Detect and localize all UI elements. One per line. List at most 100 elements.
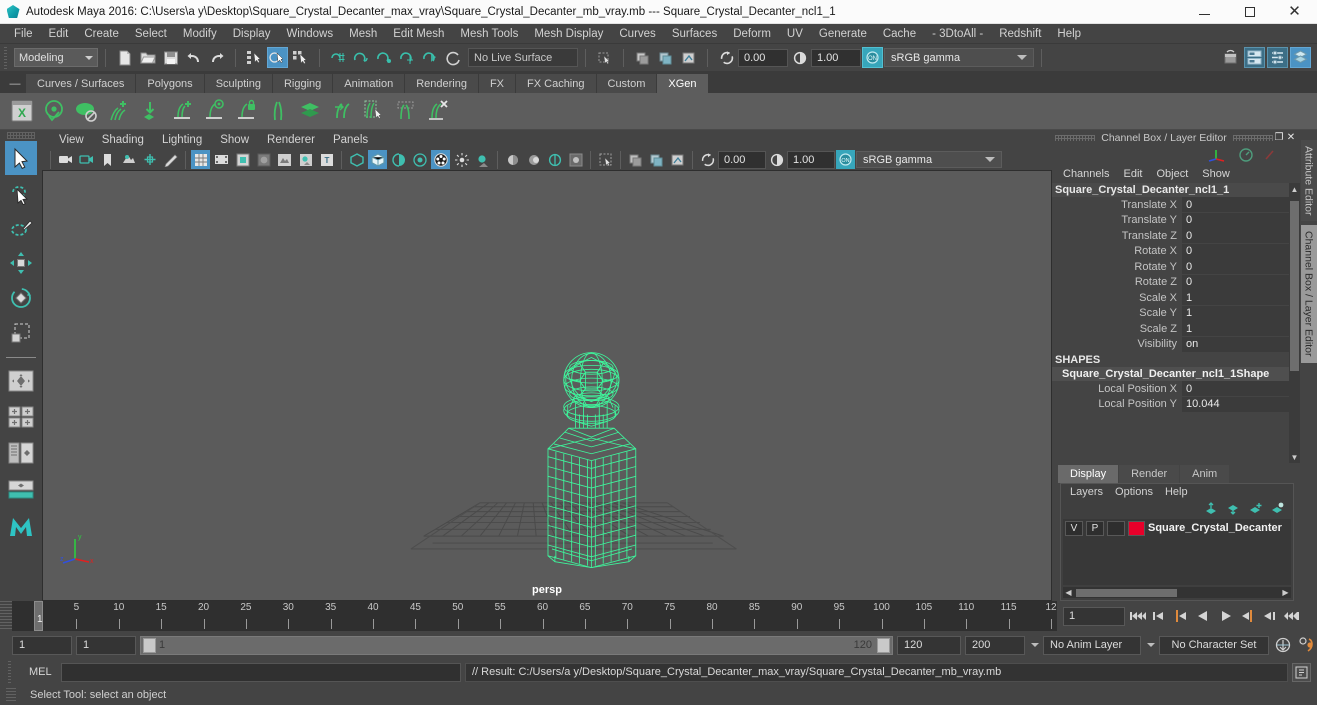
options-menu[interactable]: Options (1109, 486, 1159, 498)
menu-windows[interactable]: Windows (278, 24, 341, 44)
xgen-layers-icon[interactable] (296, 96, 324, 126)
animation-end-field[interactable]: 200 (965, 635, 1025, 655)
attr-row-rotate-y[interactable]: Rotate Y 0 (1052, 259, 1300, 275)
panel-drag-dots-right[interactable] (1233, 134, 1273, 141)
grid-toggle-icon[interactable] (191, 150, 210, 169)
screen-space-ao-icon[interactable]: T (317, 150, 336, 169)
go-to-end-button[interactable] (1281, 605, 1301, 627)
tab-channel-box-layer-editor[interactable]: Channel Box / Layer Editor (1300, 225, 1317, 363)
two-d-pan-zoom-icon[interactable] (140, 150, 159, 169)
shelf-tab-rigging[interactable]: Rigging (272, 74, 334, 93)
layer-list-horizontal-scrollbar[interactable]: ◀ ▶ (1063, 587, 1291, 598)
viewport-menu-panels[interactable]: Panels (324, 134, 377, 146)
go-to-start-button[interactable] (1127, 605, 1147, 627)
xgen-region-icon[interactable] (392, 96, 420, 126)
panel-restore-button[interactable]: ❐ (1273, 132, 1285, 144)
menu-cache[interactable]: Cache (875, 24, 924, 44)
viewport-menu-lighting[interactable]: Lighting (153, 134, 211, 146)
layer-playback-toggle[interactable]: P (1086, 520, 1104, 536)
anim-layer-selector[interactable]: No Anim Layer (1043, 635, 1141, 655)
viewport-menu-shading[interactable]: Shading (93, 134, 153, 146)
attr-value[interactable]: 10.044 (1182, 396, 1300, 412)
attr-row-translate-y[interactable]: Translate Y 0 (1052, 212, 1300, 229)
exposure-icon[interactable] (789, 47, 810, 68)
attr-value[interactable]: on (1182, 336, 1300, 352)
attr-row-scale-y[interactable]: Scale Y 1 (1052, 305, 1300, 322)
use-all-lights-icon[interactable] (275, 150, 294, 169)
layout-outliner-persp[interactable] (5, 436, 37, 470)
viewport-menu-view[interactable]: View (50, 134, 93, 146)
step-back-keyframe-button[interactable] (1149, 605, 1169, 627)
playback-end-field[interactable]: 120 (897, 635, 961, 655)
layers-menu[interactable]: Layers (1064, 486, 1109, 498)
menu-edit[interactable]: Edit (41, 24, 77, 44)
tab-anim[interactable]: Anim (1180, 465, 1230, 483)
show-manipulator-icon[interactable] (632, 47, 653, 68)
tool-select[interactable] (5, 141, 37, 175)
xray-toggle-icon[interactable] (347, 150, 366, 169)
layer-type-toggle[interactable] (1107, 520, 1125, 536)
viewport-gamma-icon[interactable] (698, 150, 717, 169)
shelf-tab-fx-caching[interactable]: FX Caching (516, 74, 597, 93)
attr-value[interactable]: 0 (1182, 259, 1300, 275)
select-hierarchy-icon[interactable] (244, 47, 265, 68)
attr-value[interactable]: 1 (1182, 290, 1300, 306)
shape-node-name[interactable]: Square_Crystal_Decanter_ncl1_1Shape (1052, 367, 1300, 381)
menu-surfaces[interactable]: Surfaces (664, 24, 725, 44)
edit-menu[interactable]: Edit (1116, 168, 1149, 180)
layer-name[interactable]: Square_Crystal_Decanter (1148, 522, 1282, 534)
tool-move[interactable] (5, 246, 37, 280)
anti-alias-icon[interactable] (545, 150, 564, 169)
tab-render[interactable]: Render (1119, 465, 1180, 483)
ao-toggle-icon[interactable] (524, 150, 543, 169)
hypergraph-icon[interactable] (678, 47, 699, 68)
channels-menu[interactable]: Channels (1056, 168, 1116, 180)
panel-tearoff-icon[interactable] (647, 150, 666, 169)
isolate-select-viewport-icon[interactable] (596, 150, 615, 169)
menu-deform[interactable]: Deform (725, 24, 779, 44)
scroll-down-icon[interactable]: ▼ (1289, 451, 1300, 463)
color-management-toggle-icon[interactable]: ON (862, 47, 883, 68)
layout-persp-graph[interactable] (5, 472, 37, 506)
shelf-collapse-icon[interactable]: — (4, 74, 26, 93)
shaded-mode-icon[interactable] (233, 150, 252, 169)
range-start-field[interactable]: 1 (12, 635, 72, 655)
select-camera-icon[interactable] (56, 150, 75, 169)
menu-generate[interactable]: Generate (811, 24, 875, 44)
snap-point-icon[interactable] (374, 47, 395, 68)
tool-lasso-select[interactable] (5, 176, 37, 210)
xgen-length-tool-icon[interactable] (328, 96, 356, 126)
range-slider-bar[interactable]: 1 120 (140, 635, 893, 655)
maximize-button[interactable] (1227, 0, 1272, 24)
exposure-field[interactable]: 1.00 (811, 48, 861, 67)
panel-copy-icon[interactable] (626, 150, 645, 169)
layer-help-menu[interactable]: Help (1159, 486, 1194, 498)
render-view-icon[interactable] (1221, 47, 1242, 68)
menu-file[interactable]: File (6, 24, 41, 44)
live-surface-field[interactable]: No Live Surface (468, 48, 578, 67)
duplicate-view-icon[interactable] (655, 47, 676, 68)
gamma-field[interactable]: 0.00 (738, 48, 788, 67)
snap-view-plane-icon[interactable] (420, 47, 441, 68)
layer-row[interactable]: V P Square_Crystal_Decanter (1063, 519, 1291, 537)
menu-3dtoall[interactable]: - 3DtoAll - (924, 24, 991, 44)
shelf-tab-custom[interactable]: Custom (596, 74, 658, 93)
gamma-icon[interactable] (716, 47, 737, 68)
texture-mode-icon[interactable] (431, 150, 450, 169)
layer-visibility-toggle[interactable]: V (1065, 520, 1083, 536)
xgen-import-icon[interactable] (136, 96, 164, 126)
shaded-textured-icon[interactable] (254, 150, 273, 169)
show-menu[interactable]: Show (1195, 168, 1237, 180)
step-back-frame-button[interactable] (1171, 605, 1191, 627)
attr-value[interactable]: 0 (1182, 243, 1300, 259)
panel-graph-icon[interactable] (668, 150, 687, 169)
depth-of-field-icon[interactable] (566, 150, 585, 169)
toolbox-grip[interactable] (7, 132, 35, 139)
tab-attribute-editor[interactable]: Attribute Editor (1300, 140, 1317, 222)
shadow-display-icon[interactable] (473, 150, 492, 169)
attr-value[interactable]: 1 (1182, 321, 1300, 337)
xgen-add-description-icon[interactable] (104, 96, 132, 126)
layout-single-perspective[interactable] (5, 364, 37, 398)
viewport-menu-show[interactable]: Show (211, 134, 258, 146)
scroll-left-icon[interactable]: ◀ (1063, 588, 1074, 597)
